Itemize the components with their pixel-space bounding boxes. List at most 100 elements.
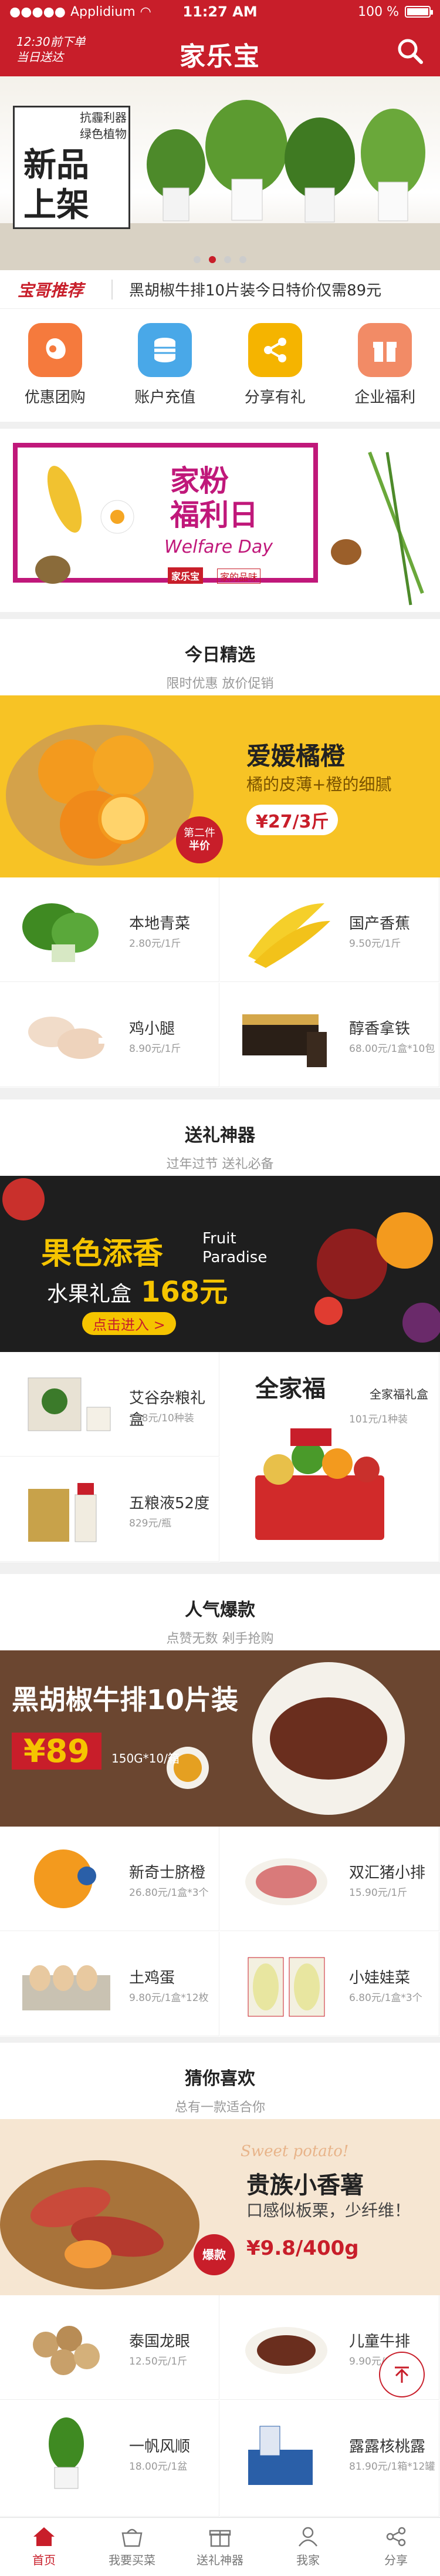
walnut-milk-image: [248, 2426, 313, 2485]
bottom-tab-bar: 首页 我要买菜 送礼神器 我家 分享: [0, 2517, 440, 2576]
carousel-dots: [0, 256, 440, 263]
carousel-dot[interactable]: [224, 256, 231, 263]
welfare-day-banner[interactable]: 家粉 福利日 Welfare Day 家乐宝 家的品味: [0, 429, 440, 612]
wallet-icon: [138, 323, 192, 377]
product-price: 81.90元/1箱*12罐: [349, 2461, 435, 2473]
battery-icon: [405, 6, 433, 18]
product-price: 26.80元/1盒*3个: [129, 1887, 209, 1899]
home-icon: [33, 2527, 55, 2546]
share-icon: [386, 2527, 406, 2547]
promo-orange-banner[interactable]: 爱媛橘橙 橘的皮薄+橙的细腻 ¥27/3斤 第二件 半价: [0, 695, 440, 877]
product-card[interactable]: 泰国龙眼 12.50元/1斤: [0, 2295, 219, 2400]
search-icon[interactable]: [395, 36, 425, 66]
welfare-brand: 家乐宝: [168, 567, 204, 584]
product-name: 本地青菜: [129, 915, 191, 933]
product-price: 6.80元/1盒*3个: [349, 1992, 422, 2004]
product-price: 12.50元/1斤: [129, 2356, 188, 2368]
product-card[interactable]: 国产香蕉 9.50元/1斤: [220, 877, 439, 982]
tab-gifts[interactable]: 送礼神器: [176, 2518, 264, 2576]
carousel-dot[interactable]: [194, 256, 201, 263]
product-name: 泰国龙眼: [129, 2333, 191, 2350]
product-card[interactable]: 五粮液52度 829元/瓶: [0, 1457, 219, 1562]
promo-en1: Fruit: [202, 1230, 236, 1247]
promo-script: Sweet potato!: [241, 2143, 349, 2160]
quick-menu: 优惠团购 账户充值 分享有礼 企业福利: [0, 309, 440, 422]
section-subtitle: 点赞无数 剁手抢购: [166, 1632, 274, 1646]
section-header-daily: 今日精选 限时优惠 放价促销: [0, 619, 440, 695]
quick-label: 企业福利: [354, 389, 416, 406]
product-grid-daily: 本地青菜 2.80元/1斤 国产香蕉 9.50元/1斤 鸡小腿 8.90元/1斤…: [0, 877, 440, 1088]
product-grid-gift: 艾谷杂粮礼盒 128元/10种装 五粮液52度 829元/瓶 全家福 全家福礼盒…: [0, 1352, 440, 1562]
greens-image: [22, 903, 99, 962]
coffee-box-image: [242, 1014, 327, 1067]
arrow-up-icon: [395, 2366, 409, 2383]
product-card[interactable]: 双汇猪小排 15.90元/1斤: [220, 1827, 439, 1931]
longan-image: [33, 2326, 100, 2375]
product-name: 全家福礼盒: [370, 1387, 428, 1401]
baby-cabbage-image: [248, 1957, 325, 2017]
basket-icon: [121, 2528, 143, 2547]
promo-price: ¥89: [12, 1733, 101, 1770]
chicken-leg-image: [28, 1017, 113, 1059]
product-card[interactable]: 小娃娃菜 6.80元/1盒*3个: [220, 1932, 439, 2036]
section-subtitle: 限时优惠 放价促销: [166, 677, 274, 691]
eggs-image: [22, 1965, 110, 2010]
promo-price: ¥9.8/400g: [246, 2237, 359, 2260]
product-card[interactable]: 鸡小腿 8.90元/1斤: [0, 983, 219, 1087]
carousel-dot-active[interactable]: [209, 256, 216, 263]
promo-badge: 第二件 半价: [176, 816, 223, 863]
promo-headline: 黑胡椒牛排10片装: [12, 1684, 239, 1716]
quick-item-group-buy[interactable]: 优惠团购: [11, 323, 99, 422]
back-to-top-button[interactable]: [379, 2352, 425, 2397]
promo-cta-button[interactable]: 点击进入 >: [82, 1312, 176, 1335]
quick-item-welfare[interactable]: 企业福利: [341, 323, 429, 422]
product-card[interactable]: 艾谷杂粮礼盒 128元/10种装: [0, 1352, 219, 1457]
ticker-text[interactable]: 黑胡椒牛排10片装今日特价仅需89元: [129, 278, 381, 300]
product-name: 新奇士脐橙: [129, 1864, 206, 1882]
welfare-title-line1: 家粉: [170, 464, 229, 498]
product-card[interactable]: 露露核桃露 81.90元/1箱*12罐: [220, 2400, 439, 2517]
product-card[interactable]: 本地青菜 2.80元/1斤: [0, 877, 219, 982]
tab-my-home[interactable]: 我家: [264, 2518, 352, 2576]
promo-desc: 口感似板栗，少纤维！: [246, 2201, 411, 2220]
product-card[interactable]: 醇香拿铁 68.00元/1盒*10包: [220, 983, 439, 1087]
promo-steak-banner[interactable]: 黑胡椒牛排10片装 ¥89 150G*10/箱: [0, 1650, 440, 1827]
group-buy-icon: [28, 323, 82, 377]
status-time: 11:27 AM: [182, 4, 258, 20]
product-name: 醇香拿铁: [349, 1020, 411, 1038]
product-card-large[interactable]: 全家福 全家福礼盒 101元/1种装: [220, 1352, 439, 1562]
product-price: 9.50元/1斤: [349, 938, 401, 950]
section-title: 今日精选: [185, 645, 255, 665]
grain-gift-box-image: [28, 1377, 111, 1431]
section-header-hot: 人气爆款 点赞无数 剁手抢购: [0, 1574, 440, 1650]
pork-ribs-image: [245, 1858, 327, 1905]
section-title: 送礼神器: [185, 1125, 255, 1146]
kids-steak-image: [245, 2327, 327, 2374]
quick-item-share[interactable]: 分享有礼: [231, 323, 319, 422]
tab-label: 首页: [32, 2553, 56, 2567]
orange-image: [34, 1849, 96, 1908]
tab-label: 送礼神器: [197, 2553, 243, 2567]
welfare-title-line2: 福利日: [170, 498, 258, 532]
product-card[interactable]: 新奇士脐橙 26.80元/1盒*3个: [0, 1827, 219, 1931]
recommend-ticker[interactable]: 宝哥推荐 黑胡椒牛排10片装今日特价仅需89元: [0, 270, 440, 309]
section-title: 猜你喜欢: [185, 2069, 255, 2089]
tab-groceries[interactable]: 我要买菜: [88, 2518, 176, 2576]
quick-item-recharge[interactable]: 账户充值: [121, 323, 209, 422]
section-title: 人气爆款: [185, 1600, 255, 1620]
product-card[interactable]: 一帆风顺 18.00元/1盆: [0, 2400, 219, 2517]
potted-plant-image: [49, 2417, 84, 2489]
promo-fruit-gift-banner[interactable]: 果色添香 Fruit Paradise 水果礼盒 168元 点击进入 >: [0, 1176, 440, 1352]
product-name: 小娃娃菜: [349, 1969, 411, 1987]
product-name: 露露核桃露: [349, 2438, 426, 2456]
product-card[interactable]: 土鸡蛋 9.80元/1盒*12枚: [0, 1932, 219, 2036]
tab-share[interactable]: 分享: [352, 2518, 440, 2576]
promo-sweet-potato-banner[interactable]: Sweet potato! 贵族小香薯 口感似板栗，少纤维！ 爆款 ¥9.8/4…: [0, 2119, 440, 2295]
product-price: 68.00元/1盒*10包: [349, 1043, 435, 1055]
product-name: 土鸡蛋: [129, 1969, 175, 1987]
section-header-gift: 送礼神器 过年过节 送礼必备: [0, 1099, 440, 1176]
hero-banner[interactable]: 抗霾利器 绿色植物 新品上架: [0, 76, 440, 270]
tab-home[interactable]: 首页: [0, 2518, 88, 2576]
carousel-dot[interactable]: [239, 256, 246, 263]
section-subtitle: 过年过节 送礼必备: [166, 1157, 274, 1172]
